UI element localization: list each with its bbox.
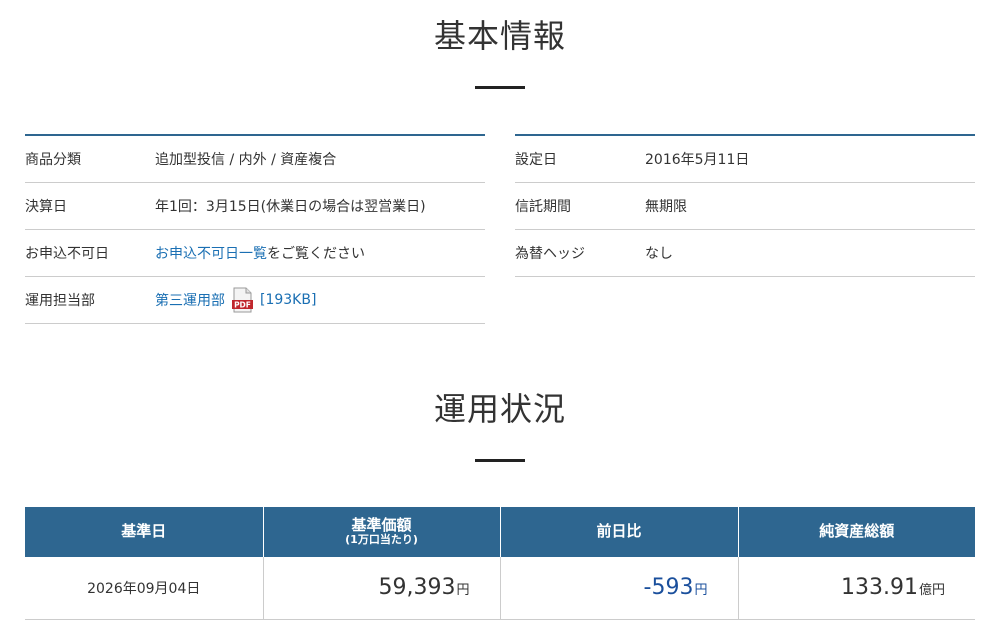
info-label: 決算日 [25, 199, 67, 215]
net-assets-unit: 億円 [918, 583, 945, 599]
info-value: 追加型投信 / 内外 / 資産複合 [155, 152, 337, 168]
info-label: 商品分類 [25, 152, 81, 168]
info-label: お申込不可日 [25, 246, 109, 262]
basic-info-title: 基本情報 [433, 17, 566, 55]
status-header-row: 基準日 基準価額 (1万口当たり) 前日比 純資産総額 [25, 507, 975, 557]
info-row-unavailable-dates: お申込不可日 お申込不可日一覧 をご覧ください [25, 230, 485, 277]
header-net-assets: 純資産総額 [738, 507, 975, 557]
info-value: お申込不可日一覧 をご覧ください [155, 243, 485, 263]
change-value: -593 [643, 575, 694, 601]
cell-net-assets: 133.91億円 [738, 557, 975, 620]
info-label: 運用担当部 [25, 293, 95, 309]
header-change: 前日比 [500, 507, 739, 557]
basic-info-table-right: 設定日 2016年5月11日 信託期間 無期限 為替ヘッジ なし [515, 134, 975, 277]
header-date: 基準日 [25, 507, 264, 557]
cell-nav: 59,393円 [263, 557, 501, 620]
info-row-product-category: 商品分類 追加型投信 / 内外 / 資産複合 [25, 136, 485, 183]
info-value: 2016年5月11日 [645, 152, 750, 168]
title-underline [475, 459, 525, 462]
info-row-currency-hedge: 為替ヘッジ なし [515, 230, 975, 277]
header-nav-label: 基準価額 [351, 516, 412, 535]
header-nav-sub: (1万口当たり) [345, 533, 418, 547]
svg-text:PDF: PDF [234, 301, 251, 310]
unavailable-dates-suffix: をご覧ください [267, 246, 365, 262]
cell-change: -593円 [500, 557, 739, 620]
status-title: 運用状況 [433, 390, 566, 428]
cell-date: 2026年09月04日 [25, 557, 264, 620]
basic-info-table-left: 商品分類 追加型投信 / 内外 / 資産複合 決算日 年1回：3月15日(休業日… [25, 134, 485, 324]
header-nav: 基準価額 (1万口当たり) [263, 507, 501, 557]
info-value: 年1回：3月15日(休業日の場合は翌営業日) [155, 199, 426, 215]
management-dept-link[interactable]: 第三運用部 [155, 290, 225, 310]
pdf-icon[interactable]: PDF [231, 287, 255, 313]
info-label: 設定日 [515, 152, 557, 168]
info-row-trust-period: 信託期間 無期限 [515, 183, 975, 230]
info-row-settlement-date: 決算日 年1回：3月15日(休業日の場合は翌営業日) [25, 183, 485, 230]
info-row-management-dept: 運用担当部 第三運用部 PDF [193KB] [25, 277, 485, 324]
table-row: 2026年09月04日 59,393円 -593円 133.91億円 [25, 557, 975, 620]
info-value: 無期限 [645, 199, 687, 215]
nav-value: 59,393 [378, 575, 456, 601]
info-value: なし [645, 246, 673, 262]
change-unit: 円 [694, 583, 708, 599]
info-row-inception-date: 設定日 2016年5月11日 [515, 136, 975, 183]
info-label: 信託期間 [515, 199, 571, 215]
info-value: 第三運用部 PDF [193KB] [155, 287, 485, 313]
net-assets-value: 133.91 [841, 575, 918, 601]
unavailable-dates-link[interactable]: お申込不可日一覧 [155, 243, 267, 263]
status-table: 基準日 基準価額 (1万口当たり) 前日比 純資産総額 2026年09月04日 … [25, 507, 975, 620]
pdf-file-size-link[interactable]: [193KB] [260, 292, 316, 308]
info-label: 為替ヘッジ [515, 246, 585, 262]
title-underline [475, 86, 525, 89]
nav-unit: 円 [456, 583, 470, 599]
